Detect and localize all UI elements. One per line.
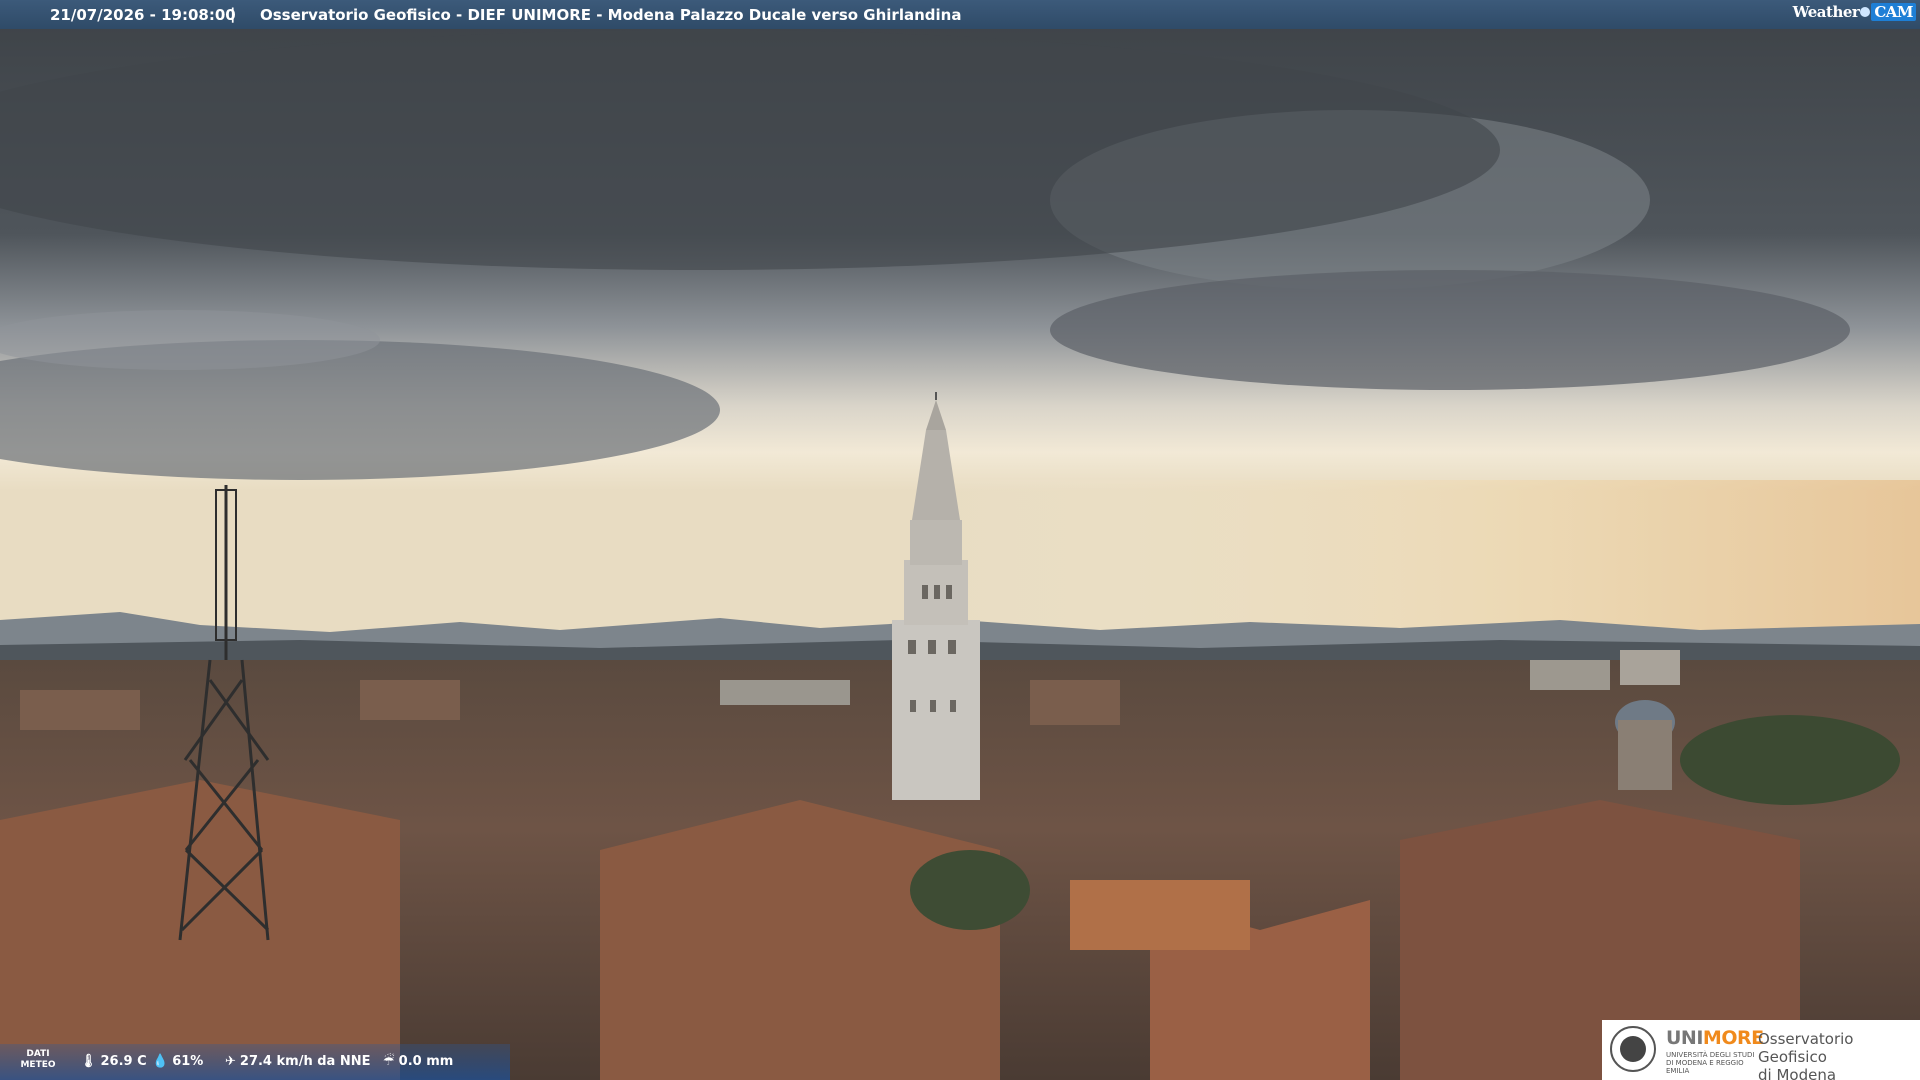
rain-gauge-icon: ☔: [383, 1054, 395, 1069]
separator: |: [230, 5, 236, 23]
rain-readout: ☔ 0.0 mm: [383, 1054, 453, 1069]
logo-dot-icon: [1860, 7, 1871, 17]
logo-text-cam: CAM: [1871, 3, 1916, 21]
university-subtitle: UNIVERSITÀ DEGLI STUDI DI MODENA E REGGI…: [1666, 1051, 1755, 1075]
camera-title: Osservatorio Geofisico - DIEF UNIMORE - …: [260, 6, 962, 24]
label-line-1: DATI: [26, 1049, 50, 1059]
wind-value: 27.4 km/h da NNE: [239, 1054, 371, 1069]
weathercam-logo: Weather CAM: [1793, 3, 1916, 21]
unimore-logo-panel: UNIMORE UNIVERSITÀ DEGLI STUDI DI MODENA…: [1602, 1020, 1920, 1080]
temperature-readout: 🌡 26.9 C: [80, 1054, 147, 1069]
label-line-2: METEO: [20, 1060, 56, 1070]
droplet-icon: 💧: [152, 1054, 169, 1069]
humidity-readout: 💧 61%: [152, 1054, 203, 1069]
weather-data-bar: DATI METEO 🌡 26.9 C 💧 61% ✈ 27.4 km/h da NN…: [0, 1044, 510, 1080]
university-name: UNIMORE: [1666, 1027, 1764, 1049]
weather-data-label: DATI METEO: [16, 1049, 60, 1071]
humidity-value: 61%: [172, 1054, 204, 1069]
info-bar: 21/07/2026 - 19:08:00 | Osservatorio Geo…: [0, 0, 1920, 29]
wind-icon: ✈: [225, 1054, 236, 1069]
thermometer-icon: 🌡: [80, 1054, 97, 1069]
webcam-image: [0, 0, 1920, 1080]
rain-value: 0.0 mm: [398, 1054, 454, 1069]
temperature-value: 26.9 C: [100, 1054, 147, 1069]
logo-text-weather: Weather: [1792, 3, 1860, 21]
wind-readout: ✈ 27.4 km/h da NNE: [225, 1054, 370, 1069]
webcam-frame: 21/07/2026 - 19:08:00 | Osservatorio Geo…: [0, 0, 1920, 1080]
observatory-name: Osservatorio Geofisico di Modena: [1758, 1030, 1854, 1080]
timestamp: 21/07/2026 - 19:08:00: [50, 6, 236, 24]
university-seal-icon: [1610, 1026, 1656, 1072]
